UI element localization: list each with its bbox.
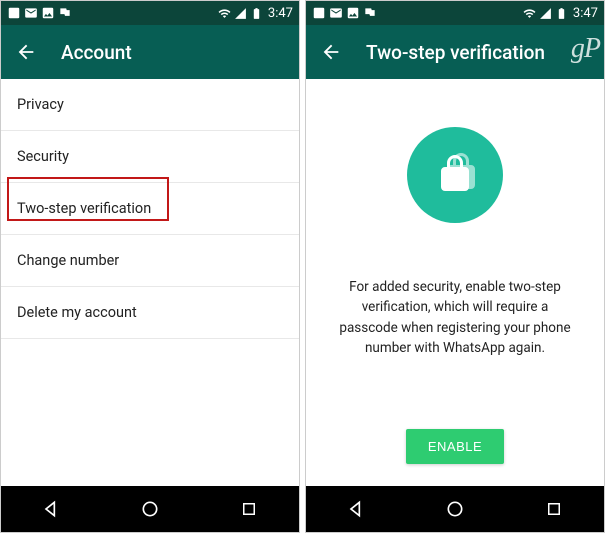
list-item-delete-account[interactable]: Delete my account — [1, 287, 299, 339]
wifi-icon — [218, 7, 231, 20]
nav-recent[interactable] — [524, 486, 584, 532]
two-step-description: For added security, enable two-step veri… — [326, 277, 584, 358]
nav-home[interactable] — [425, 486, 485, 532]
lock-icon — [431, 151, 479, 199]
nav-bar — [1, 486, 299, 532]
status-time: 3:47 — [573, 6, 598, 21]
status-left-icons — [7, 6, 72, 20]
signal-icon — [539, 7, 552, 20]
phone-right: 3:47 Two-step verification gP For added … — [305, 0, 605, 533]
back-icon[interactable] — [15, 41, 37, 63]
signal-icon — [234, 7, 247, 20]
back-icon[interactable] — [320, 41, 342, 63]
gmail-icon — [329, 6, 343, 20]
status-right-icons: 3:47 — [523, 6, 598, 21]
enable-button[interactable]: ENABLE — [406, 429, 504, 464]
image-icon — [41, 6, 55, 20]
account-list: Privacy Security Two-step verification C… — [1, 79, 299, 486]
page-title: Account — [61, 41, 132, 64]
two-step-content: For added security, enable two-step veri… — [306, 79, 604, 486]
list-item-privacy[interactable]: Privacy — [1, 79, 299, 131]
list-item-two-step[interactable]: Two-step verification — [1, 183, 299, 235]
nav-recent[interactable] — [219, 486, 279, 532]
nav-back[interactable] — [21, 486, 81, 532]
battery-icon — [555, 7, 568, 20]
nav-bar — [306, 486, 604, 532]
gmail-icon — [24, 6, 38, 20]
flag-icon — [363, 6, 377, 20]
status-bar: 3:47 — [1, 1, 299, 25]
status-right-icons: 3:47 — [218, 6, 293, 21]
page-title: Two-step verification — [366, 41, 545, 64]
status-left-icons — [312, 6, 377, 20]
notification-icon — [7, 6, 21, 20]
status-time: 3:47 — [268, 6, 293, 21]
notification-icon — [312, 6, 326, 20]
phone-left: 3:47 Account Privacy Security Two-step v… — [0, 0, 300, 533]
list-item-change-number[interactable]: Change number — [1, 235, 299, 287]
watermark: gP — [571, 33, 600, 65]
status-bar: 3:47 — [306, 1, 604, 25]
battery-icon — [250, 7, 263, 20]
image-icon — [346, 6, 360, 20]
list-item-security[interactable]: Security — [1, 131, 299, 183]
wifi-icon — [523, 7, 536, 20]
app-bar: Two-step verification gP — [306, 25, 604, 79]
app-bar: Account — [1, 25, 299, 79]
nav-home[interactable] — [120, 486, 180, 532]
lock-circle — [407, 127, 503, 223]
nav-back[interactable] — [326, 486, 386, 532]
flag-icon — [58, 6, 72, 20]
